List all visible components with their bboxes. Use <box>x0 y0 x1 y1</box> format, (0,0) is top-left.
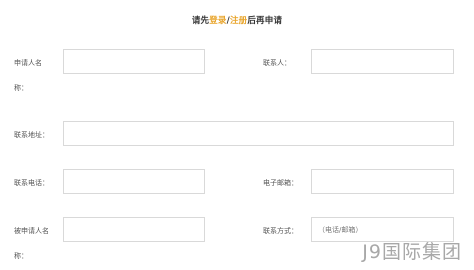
contact-method-label: 联系方式： <box>263 227 298 235</box>
brand-watermark: J9国际集团 <box>362 241 462 263</box>
applicant-name-input[interactable] <box>63 49 205 74</box>
email-label: 电子邮箱： <box>263 179 298 187</box>
login-link[interactable]: 登录 <box>209 16 226 26</box>
notice-prefix: 请先 <box>191 16 210 26</box>
login-notice: 请先登录/注册后再申请 <box>0 14 474 26</box>
applicant-name-label: 申请人名 <box>14 59 42 67</box>
respondent-name-input[interactable] <box>63 217 205 242</box>
respondent-name-label-cont: 称： <box>14 252 28 260</box>
notice-suffix: 后再申请 <box>247 16 283 26</box>
contact-person-label: 联系人： <box>263 59 291 67</box>
phone-input[interactable] <box>63 169 205 194</box>
applicant-name-label-cont: 称： <box>14 84 28 92</box>
phone-label: 联系电话： <box>14 179 49 187</box>
address-input[interactable] <box>63 121 454 146</box>
contact-person-input[interactable] <box>311 49 454 74</box>
respondent-name-label: 被申请人名 <box>14 227 49 235</box>
email-input[interactable] <box>311 169 454 194</box>
address-label: 联系地址： <box>14 131 49 139</box>
register-link[interactable]: 注册 <box>230 16 247 26</box>
